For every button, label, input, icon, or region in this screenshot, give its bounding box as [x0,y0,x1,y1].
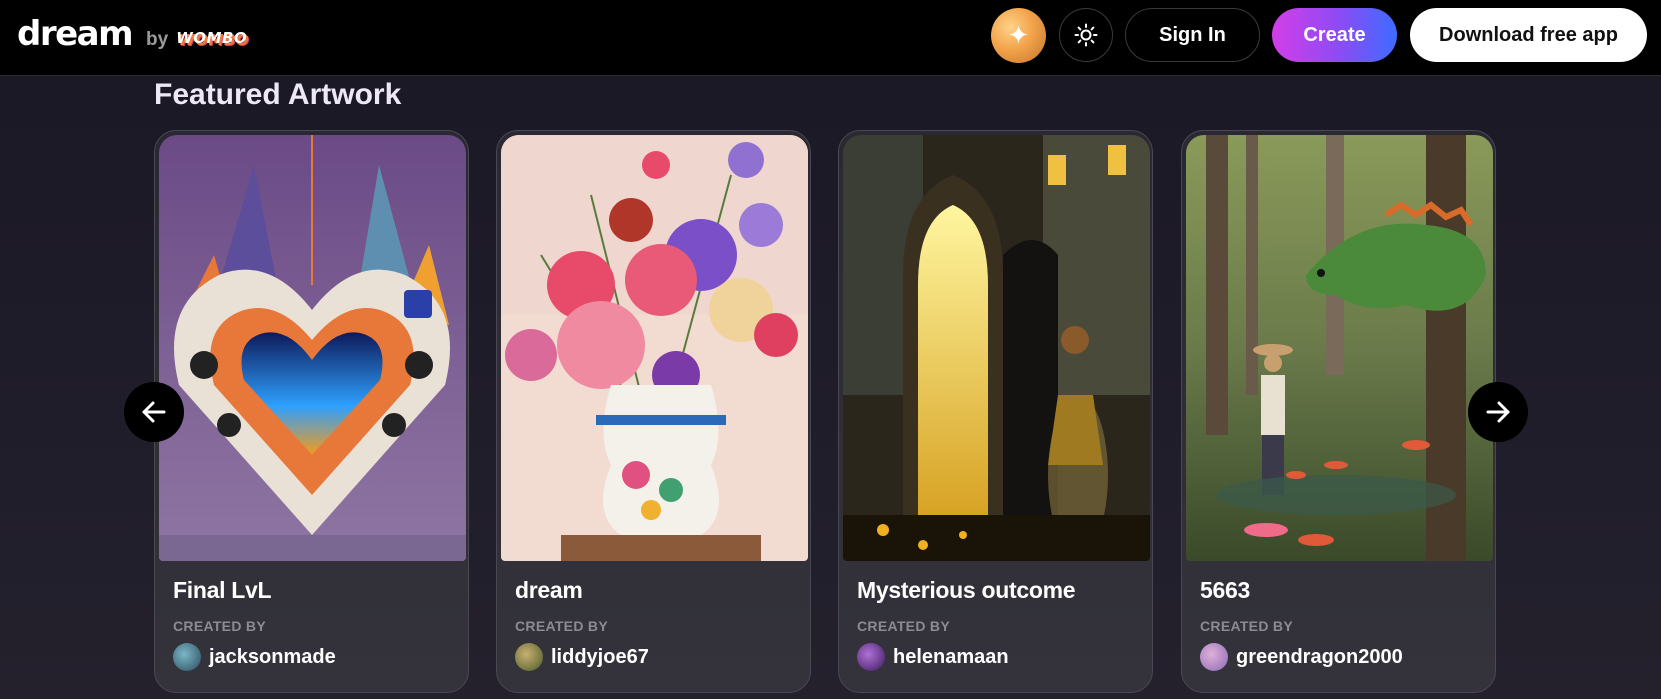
logo[interactable]: dream by WOMBO [17,14,247,54]
carousel-prev-button[interactable] [124,382,184,442]
artwork-card[interactable]: dream CREATED BY liddyjoe67 [496,130,811,693]
author-name: liddyjoe67 [551,645,649,668]
artwork-card[interactable]: Mysterious outcome CREATED BY helenamaan [838,130,1153,693]
created-by-label: CREATED BY [515,618,608,634]
top-navbar: dream by WOMBO ✦ Sign In Create Download… [0,0,1661,76]
artwork-image[interactable] [501,135,808,561]
created-by-label: CREATED BY [173,618,266,634]
author-avatar [1200,643,1228,671]
artwork-title[interactable]: dream [515,577,583,604]
artwork-card[interactable]: 5663 CREATED BY greendragon2000 [1181,130,1496,693]
profile-avatar-button[interactable]: ✦ [991,8,1046,63]
author-avatar [857,643,885,671]
download-app-button[interactable]: Download free app [1410,8,1647,62]
sign-in-button[interactable]: Sign In [1125,8,1260,62]
artwork-author[interactable]: liddyjoe67 [515,643,649,671]
artwork-author[interactable]: greendragon2000 [1200,643,1403,671]
artwork-card[interactable]: Final LvL CREATED BY jacksonmade [154,130,469,693]
artwork-image[interactable] [159,135,466,561]
arrow-left-icon [142,401,166,423]
theme-toggle-button[interactable] [1059,8,1113,62]
sparkle-icon: ✦ [1007,20,1030,50]
author-name: helenamaan [893,645,1009,668]
wombo-logo: WOMBO [176,29,248,47]
logo-dream-text: dream [17,14,134,54]
logo-by-text: by [146,29,169,50]
section-title: Featured Artwork [154,78,402,111]
author-name: greendragon2000 [1236,645,1403,668]
arrow-right-icon [1486,401,1510,423]
created-by-label: CREATED BY [1200,618,1293,634]
artwork-author[interactable]: helenamaan [857,643,1009,671]
created-by-label: CREATED BY [857,618,950,634]
author-name: jacksonmade [209,645,336,668]
artwork-title[interactable]: 5663 [1200,577,1250,604]
sun-icon [1074,23,1098,47]
artwork-title[interactable]: Mysterious outcome [857,577,1076,604]
artwork-image[interactable] [843,135,1150,561]
author-avatar [173,643,201,671]
artwork-title[interactable]: Final LvL [173,577,272,604]
artwork-image[interactable] [1186,135,1493,561]
author-avatar [515,643,543,671]
artwork-author[interactable]: jacksonmade [173,643,336,671]
carousel-next-button[interactable] [1468,382,1528,442]
create-button[interactable]: Create [1272,8,1397,62]
